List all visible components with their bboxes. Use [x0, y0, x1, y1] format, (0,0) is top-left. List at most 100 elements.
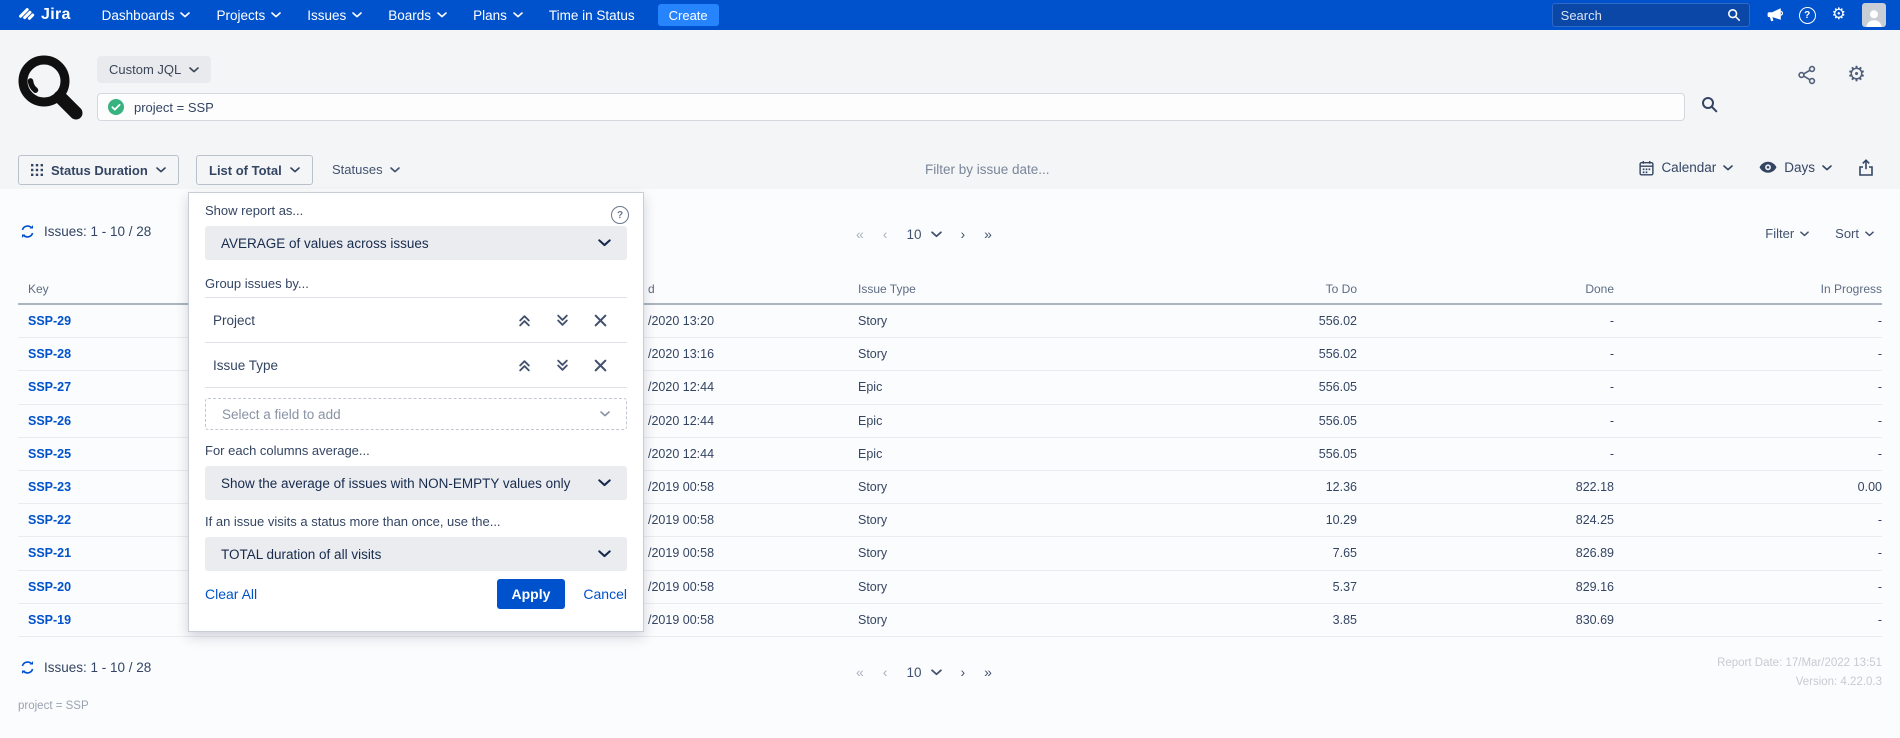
refresh-icon[interactable] [20, 660, 35, 675]
chevron-down-icon [390, 167, 400, 173]
add-field-select[interactable]: Select a field to add [205, 398, 627, 430]
jira-logo-icon [18, 7, 35, 24]
nav-item-dashboards[interactable]: Dashboards [89, 0, 204, 30]
issue-type-cell: Story [858, 471, 887, 503]
help-icon[interactable]: ? [1799, 7, 1816, 24]
last-page-button[interactable]: » [984, 664, 992, 680]
jql-input[interactable]: project = SSP [97, 93, 1685, 121]
issue-key-link[interactable]: SSP-19 [28, 604, 71, 636]
query-mode-button[interactable]: Custom JQL [97, 56, 211, 83]
created-cell: /2019 00:58 [648, 504, 714, 536]
apply-button[interactable]: Apply [497, 579, 566, 609]
megaphone-icon[interactable] [1766, 7, 1783, 23]
col-header-todo[interactable]: To Do [1326, 282, 1357, 296]
nav-search-input[interactable]: Search [1552, 3, 1750, 27]
created-cell: /2020 13:20 [648, 305, 714, 337]
top-nav: Jira Dashboards Projects Issues Boards P… [0, 0, 1900, 30]
columns-average-select[interactable]: Show the average of issues with NON-EMPT… [205, 466, 627, 500]
report-settings-gear-icon[interactable]: ⚙ [1847, 64, 1866, 85]
nav-label: Plans [473, 8, 507, 23]
in-progress-cell: - [1878, 338, 1882, 370]
in-progress-cell: - [1878, 438, 1882, 470]
created-cell: /2019 00:58 [648, 471, 714, 503]
clear-all-link[interactable]: Clear All [205, 586, 257, 602]
page-size-select[interactable]: 10 [906, 665, 941, 680]
page-size-select[interactable]: 10 [906, 227, 941, 242]
chevron-down-icon [352, 12, 362, 18]
issue-key-link[interactable]: SSP-21 [28, 537, 71, 569]
filter-dropdown[interactable]: Filter [1765, 226, 1809, 241]
panel-help-icon[interactable]: ? [611, 206, 629, 224]
refresh-icon[interactable] [20, 224, 35, 239]
create-button[interactable]: Create [658, 4, 719, 26]
calendar-dropdown[interactable]: Calendar [1639, 160, 1733, 176]
report-meta: Report Date: 17/Mar/2022 13:51 Version: … [1717, 654, 1882, 692]
first-page-button[interactable]: « [856, 664, 864, 680]
move-bottom-button[interactable] [543, 314, 581, 327]
issue-key-link[interactable]: SSP-20 [28, 571, 71, 603]
nav-item-projects[interactable]: Projects [203, 0, 294, 30]
prev-page-button[interactable]: ‹ [883, 226, 888, 242]
view-mode-label: List of Total [209, 163, 282, 178]
multiple-visits-select[interactable]: TOTAL duration of all visits [205, 537, 627, 571]
export-icon[interactable] [1858, 159, 1874, 176]
person-icon [1863, 7, 1885, 27]
col-header-done[interactable]: Done [1585, 282, 1614, 296]
nav-item-plans[interactable]: Plans [460, 0, 536, 30]
col-header-in-progress[interactable]: In Progress [1821, 282, 1882, 296]
next-page-button[interactable]: › [961, 226, 966, 242]
issue-key-link[interactable]: SSP-29 [28, 305, 71, 337]
columns-average-value: Show the average of issues with NON-EMPT… [221, 476, 598, 491]
report-type-button[interactable]: Status Duration [18, 155, 179, 185]
sort-dropdown[interactable]: Sort [1835, 226, 1874, 241]
col-header-key[interactable]: Key [28, 282, 49, 296]
done-cell: 829.16 [1576, 571, 1614, 603]
calendar-label: Calendar [1661, 160, 1716, 175]
remove-field-button[interactable] [581, 359, 619, 372]
move-bottom-button[interactable] [543, 359, 581, 372]
issue-key-link[interactable]: SSP-22 [28, 504, 71, 536]
prev-page-button[interactable]: ‹ [883, 664, 888, 680]
run-search-icon[interactable] [1701, 96, 1718, 113]
statuses-dropdown[interactable]: Statuses [332, 162, 400, 177]
statuses-label: Statuses [332, 162, 383, 177]
issue-key-link[interactable]: SSP-27 [28, 371, 71, 403]
issue-date-filter-input[interactable]: Filter by issue date... [925, 162, 1050, 177]
show-report-as-select[interactable]: AVERAGE of values across issues [205, 226, 627, 260]
done-cell: - [1610, 405, 1614, 437]
nav-item-time-in-status[interactable]: Time in Status [536, 0, 648, 30]
view-mode-button[interactable]: List of Total [196, 155, 313, 185]
nav-item-issues[interactable]: Issues [294, 0, 375, 30]
report-version: Version: 4.22.0.3 [1717, 673, 1882, 692]
settings-gear-icon[interactable]: ⚙ [1832, 7, 1846, 23]
cancel-link[interactable]: Cancel [583, 586, 627, 602]
issue-key-link[interactable]: SSP-26 [28, 405, 71, 437]
move-top-button[interactable] [505, 314, 543, 327]
nav-item-boards[interactable]: Boards [375, 0, 460, 30]
results-count-label: Issues: 1 - 10 / 28 [44, 660, 151, 675]
issue-key-link[interactable]: SSP-25 [28, 438, 71, 470]
todo-cell: 12.36 [1326, 471, 1357, 503]
move-top-button[interactable] [505, 359, 543, 372]
remove-field-button[interactable] [581, 314, 619, 327]
nav-right-group: Search ? ⚙ [1552, 3, 1886, 27]
todo-cell: 556.02 [1319, 305, 1357, 337]
share-icon[interactable] [1797, 65, 1817, 85]
first-page-button[interactable]: « [856, 226, 864, 242]
jira-logo[interactable]: Jira [18, 6, 71, 24]
col-header-issue-type[interactable]: Issue Type [858, 282, 916, 296]
in-progress-cell: - [1878, 405, 1882, 437]
issue-key-link[interactable]: SSP-23 [28, 471, 71, 503]
issue-key-link[interactable]: SSP-28 [28, 338, 71, 370]
col-header-created-fragment[interactable]: d [648, 282, 655, 296]
group-field-name: Issue Type [213, 358, 505, 373]
report-date: Report Date: 17/Mar/2022 13:51 [1717, 654, 1882, 673]
user-avatar[interactable] [1862, 3, 1886, 27]
next-page-button[interactable]: › [961, 664, 966, 680]
page-size-value: 10 [906, 665, 921, 680]
unit-dropdown[interactable]: Days [1759, 160, 1832, 175]
created-cell: /2020 13:16 [648, 338, 714, 370]
chevron-down-icon [271, 12, 281, 18]
last-page-button[interactable]: » [984, 226, 992, 242]
done-cell: 824.25 [1576, 504, 1614, 536]
